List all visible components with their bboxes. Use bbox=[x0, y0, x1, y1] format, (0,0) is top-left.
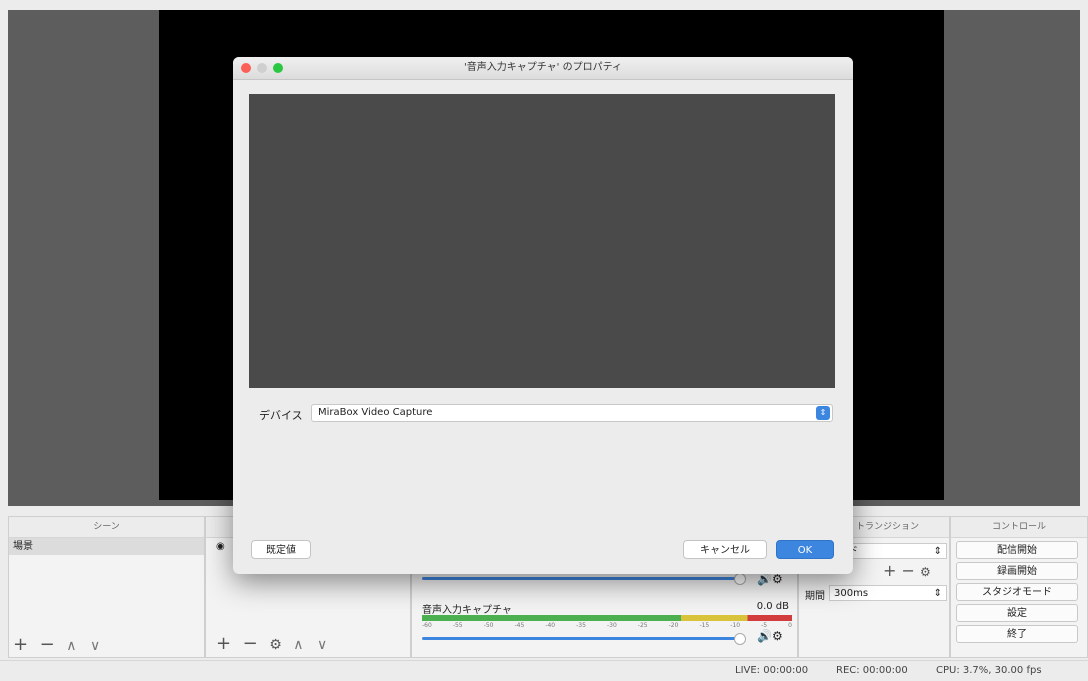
mixer-volume-controls[interactable]: 🔊⚙ bbox=[757, 629, 783, 643]
exit-button[interactable]: 終了 bbox=[956, 625, 1078, 643]
mixer-source-name: 音声入力キャプチャ bbox=[422, 605, 512, 616]
meter-tick: -45 bbox=[514, 622, 525, 629]
select-arrows-icon: ⇕ bbox=[816, 406, 830, 420]
duration-stepper-icon[interactable]: ⇕ bbox=[934, 586, 942, 602]
cpu-status: CPU: 3.7%, 30.00 fps bbox=[936, 665, 1042, 676]
source-up-icon[interactable]: ∧ bbox=[293, 637, 303, 653]
device-label: デバイス bbox=[259, 409, 303, 422]
dialog-title: '音声入力キャプチャ' のプロパティ bbox=[464, 62, 622, 73]
zoom-window-icon[interactable] bbox=[273, 63, 283, 73]
source-down-icon[interactable]: ∨ bbox=[317, 637, 327, 653]
meter-tick: -30 bbox=[606, 622, 617, 629]
remove-source-icon[interactable]: − bbox=[243, 634, 258, 654]
cancel-button[interactable]: キャンセル bbox=[683, 540, 767, 559]
start-recording-button[interactable]: 録画開始 bbox=[956, 562, 1078, 580]
mixer-volume-slider[interactable] bbox=[422, 633, 746, 645]
meter-tick: -55 bbox=[452, 622, 463, 629]
scenes-title: シーン bbox=[9, 517, 204, 538]
audio-meter: -60 -55 -50 -45 -40 -35 -30 -25 -20 -15 -10 -5 0 bbox=[422, 615, 792, 629]
meter-tick: -10 bbox=[730, 622, 741, 629]
source-settings-gear-icon[interactable]: ⚙ bbox=[269, 635, 282, 655]
ok-button[interactable]: OK bbox=[776, 540, 834, 559]
remove-transition-icon[interactable]: − bbox=[902, 561, 915, 580]
transition-gear-icon[interactable]: ⚙ bbox=[920, 565, 931, 579]
move-down-icon[interactable]: ∨ bbox=[90, 638, 100, 654]
minimize-window-icon[interactable] bbox=[257, 63, 267, 73]
device-select[interactable]: MiraBox Video Capture ⇕ bbox=[311, 404, 833, 422]
scenes-toolbar: + − ∧ ∨ bbox=[13, 635, 110, 655]
settings-button[interactable]: 設定 bbox=[956, 604, 1078, 622]
meter-ticks: -60 -55 -50 -45 -40 -35 -30 -25 -20 -15 -10 -5 0 bbox=[422, 622, 792, 629]
add-source-icon[interactable]: + bbox=[216, 634, 231, 654]
transition-toolbar: + − ⚙ bbox=[883, 561, 931, 580]
start-streaming-button[interactable]: 配信開始 bbox=[956, 541, 1078, 559]
meter-tick: -15 bbox=[699, 622, 710, 629]
mixer-volume-controls-top[interactable]: 🔊⚙ bbox=[757, 572, 783, 586]
live-status: LIVE: 00:00:00 bbox=[735, 665, 809, 676]
meter-tick: -60 bbox=[422, 622, 432, 629]
meter-tick: 0 bbox=[788, 622, 792, 629]
dialog-titlebar: '音声入力キャプチャ' のプロパティ bbox=[233, 57, 853, 80]
studio-mode-button[interactable]: スタジオモード bbox=[956, 583, 1078, 601]
remove-scene-icon[interactable]: − bbox=[40, 635, 55, 655]
controls-title: コントロール bbox=[951, 517, 1087, 538]
add-transition-icon[interactable]: + bbox=[883, 561, 896, 580]
move-up-icon[interactable]: ∧ bbox=[66, 638, 76, 654]
duration-value: 300ms bbox=[834, 588, 869, 599]
rec-status: REC: 00:00:00 bbox=[836, 665, 908, 676]
transition-select[interactable]: ド ⇕ bbox=[843, 543, 947, 559]
status-bar: LIVE: 00:00:00 REC: 00:00:00 CPU: 3.7%, … bbox=[0, 660, 1088, 681]
meter-tick: -35 bbox=[576, 622, 586, 629]
duration-input[interactable]: 300ms ⇕ bbox=[829, 585, 947, 601]
meter-tick: -20 bbox=[668, 622, 679, 629]
dialog-preview bbox=[249, 94, 835, 388]
duration-label: 期間 bbox=[805, 591, 825, 602]
meter-tick: -40 bbox=[545, 622, 556, 629]
mixer-slider-top[interactable] bbox=[422, 573, 746, 585]
controls-dock: コントロール 配信開始 録画開始 スタジオモード 設定 終了 bbox=[950, 516, 1088, 658]
meter-tick: -50 bbox=[483, 622, 494, 629]
defaults-button[interactable]: 既定値 bbox=[251, 540, 311, 559]
mixer-db-value: 0.0 dB bbox=[756, 601, 789, 612]
sources-toolbar: + − ⚙ ∧ ∨ bbox=[216, 634, 337, 655]
close-window-icon[interactable] bbox=[241, 63, 251, 73]
properties-dialog: '音声入力キャプチャ' のプロパティ デバイス MiraBox Video Ca… bbox=[233, 57, 853, 574]
meter-tick: -25 bbox=[637, 622, 648, 629]
add-scene-icon[interactable]: + bbox=[13, 635, 28, 655]
select-arrows-icon: ⇕ bbox=[933, 546, 942, 557]
meter-tick: -5 bbox=[761, 622, 768, 629]
scenes-dock: シーン 場景 + − ∧ ∨ bbox=[8, 516, 205, 658]
device-select-value: MiraBox Video Capture bbox=[318, 407, 433, 418]
scene-item[interactable]: 場景 bbox=[9, 538, 204, 555]
